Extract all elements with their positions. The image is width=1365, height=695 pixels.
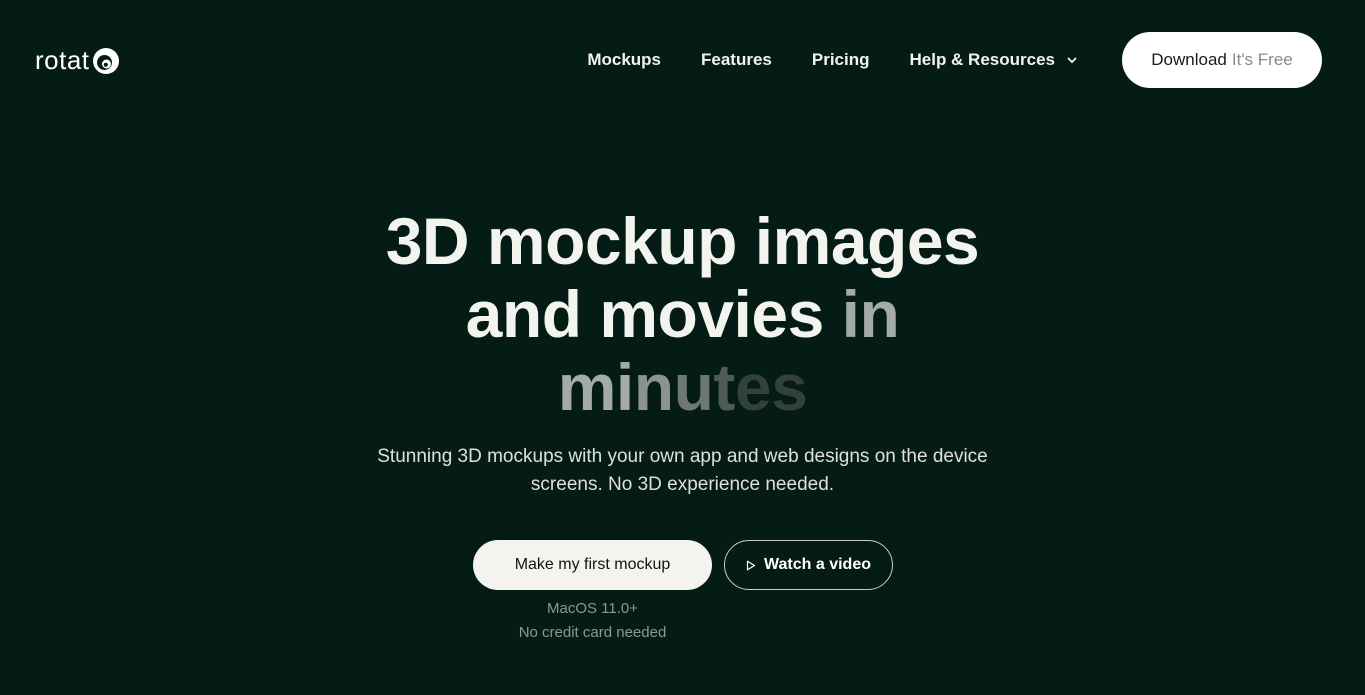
logo[interactable]: rotat: [35, 42, 121, 78]
main-nav: Mockups Features Pricing Help & Resource…: [587, 32, 1322, 88]
hero-title-fade-part-1: mi: [557, 350, 635, 424]
landing-page: rotat Mockups Features Pricing Help & Re…: [0, 0, 1365, 695]
hero-title-fade-part-5: es: [734, 350, 808, 424]
chevron-down-icon: [1067, 57, 1077, 63]
logo-text: rotat: [35, 45, 90, 75]
rotato-spiral-icon: [92, 48, 119, 74]
hero-title-line-2: and movies in: [0, 278, 1365, 351]
hero-title-fade-part-2: n: [633, 350, 674, 424]
play-icon: [746, 560, 756, 570]
nav-mockups[interactable]: Mockups: [587, 50, 661, 70]
hero-title-line-1: 3D mockup images: [385, 204, 980, 278]
macos-requirement: MacOS 11.0+: [546, 600, 639, 617]
hero-title-line-3: minutes: [0, 351, 1365, 424]
nav-features[interactable]: Features: [701, 50, 772, 70]
nav-help-resources[interactable]: Help & Resources: [910, 50, 1079, 70]
download-label: Download: [1151, 50, 1227, 69]
no-credit-card-note: No credit card needed: [518, 624, 667, 641]
watch-video-label: Watch a video: [764, 556, 871, 573]
nav-help-label: Help & Resources: [909, 50, 1056, 69]
hero-subtitle: Stunning 3D mockups with your own app an…: [377, 446, 988, 495]
nav-pricing[interactable]: Pricing: [812, 50, 870, 70]
hero-title-fade-part-3: u: [673, 350, 714, 424]
hero-title-line-2-fade: in: [841, 277, 900, 351]
cta-row: Make my first mockup Watch a video: [473, 540, 893, 590]
hero-title: 3D mockup images and movies in minutes: [0, 205, 1365, 424]
download-free-label: It's Free: [1231, 50, 1293, 69]
watch-video-button[interactable]: Watch a video: [724, 540, 893, 590]
hero-title-line-2-main: and movies: [465, 277, 825, 351]
make-first-mockup-button[interactable]: Make my first mockup: [473, 540, 712, 590]
download-button[interactable]: Download It's Free: [1122, 32, 1322, 88]
hero-title-fade-part-4: t: [713, 350, 735, 424]
